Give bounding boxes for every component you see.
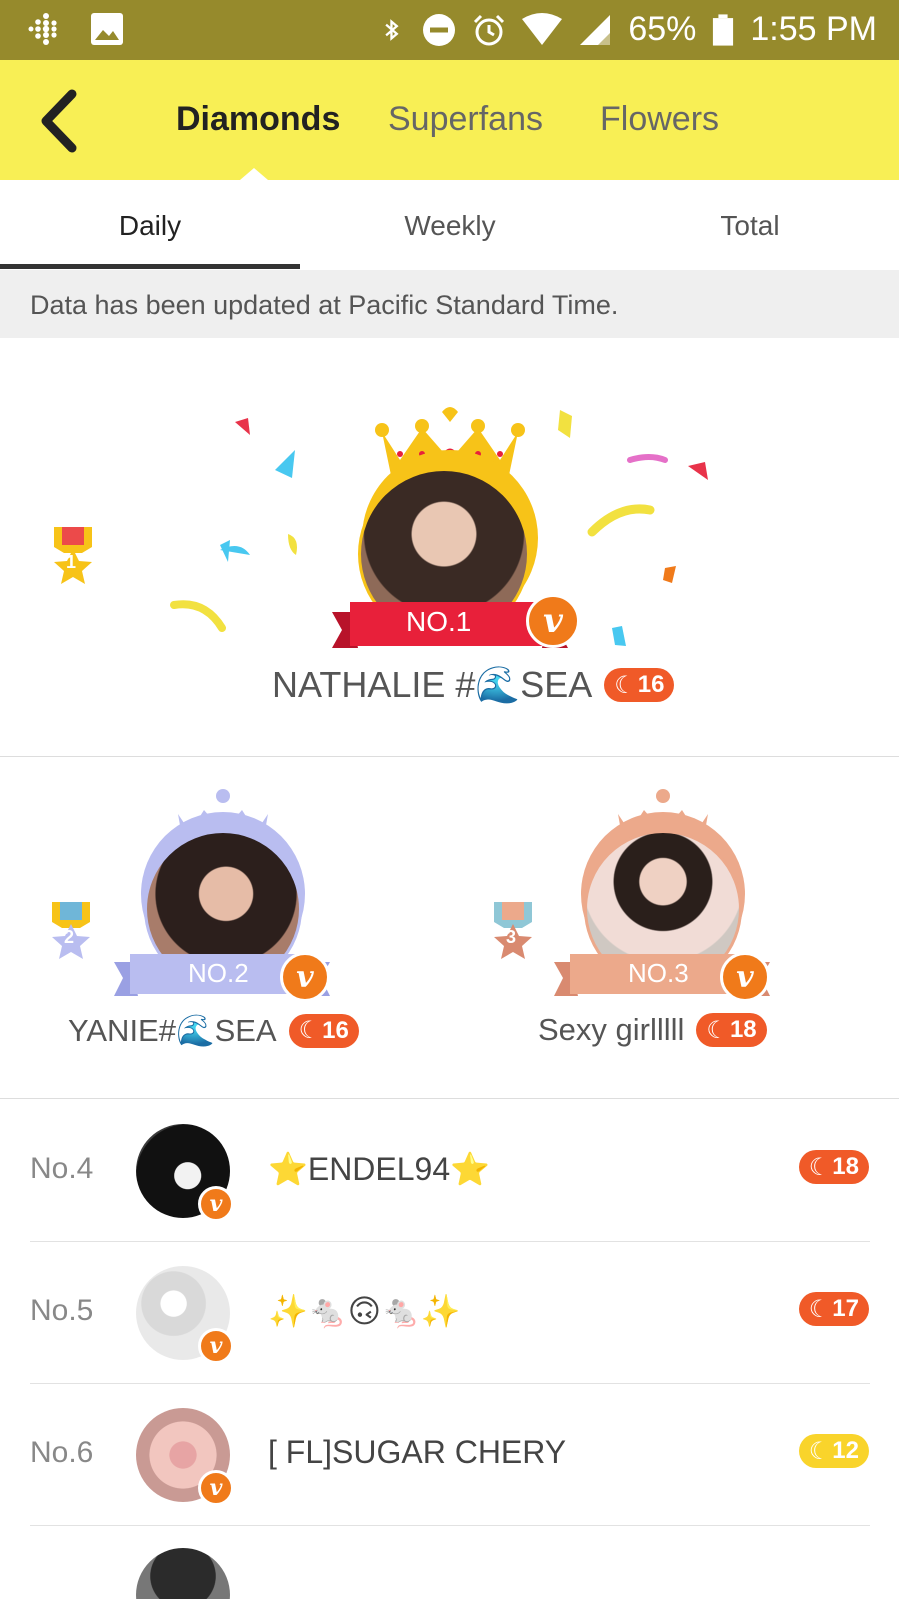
gallery-icon	[91, 13, 123, 45]
subtab-indicator	[0, 264, 300, 269]
moon-icon: ☾	[298, 1017, 321, 1044]
rank-number: No.4	[30, 1152, 94, 1185]
subtab-total[interactable]: Total	[600, 210, 899, 242]
medal-3-number: 3	[506, 927, 517, 947]
second-place-name[interactable]: YANIE#🌊SEA	[68, 1012, 277, 1049]
update-notice: Data has been updated at Pacific Standar…	[0, 270, 899, 338]
back-chevron-icon[interactable]	[30, 86, 90, 156]
battery-percent: 65%	[628, 10, 697, 48]
level-number: 12	[832, 1437, 859, 1464]
user-name: ⭐ENDEL94⭐	[268, 1151, 490, 1187]
rank-number: No.5	[30, 1294, 94, 1327]
bluetooth-icon	[385, 18, 399, 41]
user-name: ✨🐁🙃🐁✨	[268, 1293, 461, 1329]
user-avatar[interactable]	[136, 1548, 230, 1599]
no3-label: NO.3	[628, 958, 689, 988]
level-badge: ☾ 17	[798, 1292, 869, 1326]
verified-v-icon: v	[198, 1328, 234, 1364]
no2-label: NO.2	[188, 958, 249, 988]
verified-v-icon: v	[280, 952, 330, 1002]
medal-2-number: 2	[64, 927, 75, 947]
tab-diamonds[interactable]: Diamonds	[176, 100, 340, 139]
subtab-daily[interactable]: Daily	[0, 210, 300, 242]
verified-v-icon: v	[720, 952, 770, 1002]
first-place-name[interactable]: NATHALIE #🌊SEA	[272, 664, 592, 706]
battery-icon	[713, 13, 734, 46]
alarm-icon	[474, 14, 505, 45]
list-item[interactable]: No.6 v [ FL]SUGAR CHERY ☾ 12	[0, 1384, 899, 1528]
list-item[interactable]: No.5 v ✨🐁🙃🐁✨ ☾ 17	[0, 1242, 899, 1386]
period-tabs: Daily Weekly Total	[0, 180, 899, 270]
dnd-icon	[423, 13, 456, 46]
medal-1-number: 1	[66, 552, 77, 572]
clock: 1:55 PM	[750, 10, 877, 48]
moon-icon: ☾	[808, 1153, 831, 1181]
subtab-weekly[interactable]: Weekly	[300, 210, 600, 242]
third-place-name[interactable]: Sexy girlllll	[538, 1012, 684, 1048]
list-item[interactable]: No.4 v ⭐ENDEL94⭐ ☾ 18	[0, 1100, 899, 1244]
divider	[0, 1098, 899, 1099]
level-number: 16	[637, 671, 665, 698]
tab-flowers[interactable]: Flowers	[600, 100, 719, 139]
wifi-icon	[522, 12, 563, 45]
level-badge: ☾ 16	[604, 668, 675, 702]
verified-v-icon: v	[198, 1186, 234, 1222]
level-badge: ☾ 18	[798, 1150, 869, 1184]
level-badge: ☾ 16	[288, 1013, 359, 1048]
moon-icon: ☾	[706, 1016, 728, 1044]
active-tab-caret	[240, 168, 268, 180]
divider	[0, 756, 899, 757]
level-number: 18	[729, 1016, 757, 1043]
top-nav: Diamonds Superfans Flowers	[0, 60, 899, 180]
level-badge: ☾ 12	[798, 1434, 869, 1468]
level-badge: ☾ 18	[696, 1013, 767, 1047]
rank-number: No.6	[30, 1436, 94, 1469]
verified-v-icon: v	[198, 1470, 234, 1506]
moon-icon: ☾	[808, 1295, 831, 1323]
signal-icon	[580, 14, 611, 45]
user-name: [ FL]SUGAR CHERY	[268, 1434, 567, 1470]
tab-superfans[interactable]: Superfans	[388, 100, 543, 139]
fitbit-icon	[28, 13, 57, 45]
level-number: 16	[322, 1016, 349, 1044]
moon-icon: ☾	[808, 1437, 831, 1465]
moon-icon: ☾	[614, 671, 636, 699]
row-divider	[30, 1525, 870, 1526]
level-number: 18	[832, 1153, 859, 1180]
verified-v-icon: v	[526, 594, 580, 648]
status-bar: 65% 1:55 PM	[0, 0, 899, 60]
level-number: 17	[832, 1295, 859, 1322]
no1-label: NO.1	[406, 606, 472, 637]
